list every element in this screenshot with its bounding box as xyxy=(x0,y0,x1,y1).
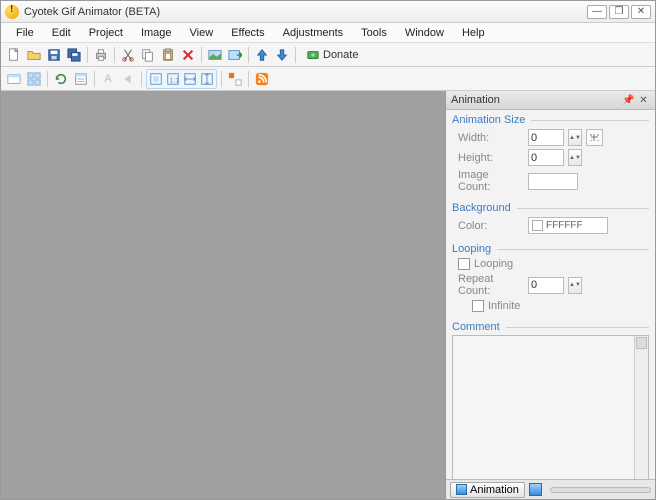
color-value: FFFFFF xyxy=(546,220,583,231)
color-label: Color: xyxy=(452,220,524,232)
fieldset-background: Background Color: FFFFFF xyxy=(452,202,649,237)
looping-label: Looping xyxy=(474,258,513,270)
height-input[interactable] xyxy=(528,149,564,166)
tab-animation[interactable]: Animation xyxy=(450,482,525,498)
feed-icon[interactable] xyxy=(253,70,271,88)
panel-header[interactable]: Animation 📌 ✕ xyxy=(446,91,655,110)
tab-animation-icon xyxy=(456,484,467,495)
menu-view[interactable]: View xyxy=(181,25,223,41)
play-back-icon[interactable] xyxy=(119,70,137,88)
frame-view-icon[interactable] xyxy=(5,70,23,88)
panel-title: Animation xyxy=(451,94,500,106)
tab-scroll-track[interactable] xyxy=(550,487,651,493)
legend-animation-size: Animation Size xyxy=(452,114,525,126)
content-area: Animation 📌 ✕ Animation Size Width: ▲▼ H… xyxy=(1,91,655,499)
copy-icon[interactable] xyxy=(139,46,157,64)
comment-scrollbar[interactable] xyxy=(634,336,648,479)
width-input[interactable] xyxy=(528,129,564,146)
print-icon[interactable] xyxy=(92,46,110,64)
cut-icon[interactable] xyxy=(119,46,137,64)
menu-project[interactable]: Project xyxy=(80,25,132,41)
fieldset-animation-size: Animation Size Width: ▲▼ Height: ▲▼ Imag… xyxy=(452,114,649,196)
height-spinner[interactable]: ▲▼ xyxy=(568,149,582,166)
looping-checkbox[interactable] xyxy=(458,258,470,270)
properties-icon[interactable] xyxy=(72,70,90,88)
legend-looping: Looping xyxy=(452,243,491,255)
menu-window[interactable]: Window xyxy=(396,25,453,41)
menu-help[interactable]: Help xyxy=(453,25,494,41)
donate-button[interactable]: Donate xyxy=(300,46,364,64)
zoom-actual-icon[interactable]: 1:1 xyxy=(165,71,181,87)
menu-effects[interactable]: Effects xyxy=(222,25,273,41)
maximize-button[interactable]: ❐ xyxy=(609,5,629,19)
legend-background: Background xyxy=(452,202,511,214)
donate-icon xyxy=(306,48,320,62)
text-tool-icon[interactable]: A xyxy=(99,70,117,88)
width-label: Width: xyxy=(452,132,524,144)
color-swatch xyxy=(532,220,543,231)
refresh-icon[interactable] xyxy=(52,70,70,88)
move-down-icon[interactable] xyxy=(273,46,291,64)
menu-adjustments[interactable]: Adjustments xyxy=(274,25,353,41)
image-count-label: Image Count: xyxy=(452,169,524,193)
fieldset-looping: Looping Looping Repeat Count: ▲▼ Infinit… xyxy=(452,243,649,315)
zoom-height-icon[interactable] xyxy=(199,71,215,87)
tab-animation-label: Animation xyxy=(470,484,519,496)
legend-comment: Comment xyxy=(452,321,500,333)
minimize-button[interactable]: — xyxy=(587,5,607,19)
pin-icon[interactable]: 📌 xyxy=(622,94,635,107)
panel-close-icon[interactable]: ✕ xyxy=(637,94,650,107)
donate-label: Donate xyxy=(323,49,358,61)
preview-icon[interactable] xyxy=(206,46,224,64)
window-title: Cyotek Gif Animator (BETA) xyxy=(24,6,587,18)
image-count-box xyxy=(528,173,578,190)
delete-icon[interactable] xyxy=(179,46,197,64)
open-file-icon[interactable] xyxy=(25,46,43,64)
color-picker[interactable]: FFFFFF xyxy=(528,217,608,234)
fieldset-comment: Comment xyxy=(452,321,649,479)
save-all-icon[interactable] xyxy=(65,46,83,64)
menu-tools[interactable]: Tools xyxy=(352,25,396,41)
infinite-label: Infinite xyxy=(488,300,520,312)
infinite-checkbox[interactable] xyxy=(472,300,484,312)
panel-tabstrip: Animation xyxy=(446,479,655,499)
thumbnail-view-icon[interactable] xyxy=(25,70,43,88)
close-button[interactable]: ✕ xyxy=(631,5,651,19)
menu-file[interactable]: File xyxy=(7,25,43,41)
save-icon[interactable] xyxy=(45,46,63,64)
toolbar-main: Donate xyxy=(1,43,655,67)
width-spinner[interactable]: ▲▼ xyxy=(568,129,582,146)
size-picker-button[interactable] xyxy=(586,129,603,146)
zoom-width-icon[interactable] xyxy=(182,71,198,87)
animation-panel: Animation 📌 ✕ Animation Size Width: ▲▼ H… xyxy=(445,91,655,499)
tab-secondary-icon[interactable] xyxy=(529,483,542,496)
height-label: Height: xyxy=(452,152,524,164)
menubar: File Edit Project Image View Effects Adj… xyxy=(1,23,655,43)
toolbar-secondary: A 1:1 xyxy=(1,67,655,91)
repeat-spinner[interactable]: ▲▼ xyxy=(568,277,582,294)
titlebar: Cyotek Gif Animator (BETA) — ❐ ✕ xyxy=(1,1,655,23)
comment-textarea[interactable] xyxy=(452,335,649,479)
paste-icon[interactable] xyxy=(159,46,177,64)
move-up-icon[interactable] xyxy=(253,46,271,64)
panel-body: Animation Size Width: ▲▼ Height: ▲▼ Imag… xyxy=(446,110,655,479)
canvas-area[interactable] xyxy=(1,91,445,499)
menu-image[interactable]: Image xyxy=(132,25,181,41)
repeat-input[interactable] xyxy=(528,277,564,294)
app-window: Cyotek Gif Animator (BETA) — ❐ ✕ File Ed… xyxy=(0,0,656,500)
menu-edit[interactable]: Edit xyxy=(43,25,80,41)
color-picker-icon[interactable] xyxy=(226,70,244,88)
new-file-icon[interactable] xyxy=(5,46,23,64)
export-icon[interactable] xyxy=(226,46,244,64)
app-icon xyxy=(5,5,19,19)
repeat-label: Repeat Count: xyxy=(452,273,524,297)
zoom-fit-icon[interactable] xyxy=(148,71,164,87)
zoom-mode-group: 1:1 xyxy=(146,69,217,89)
svg-text:1:1: 1:1 xyxy=(170,77,180,84)
